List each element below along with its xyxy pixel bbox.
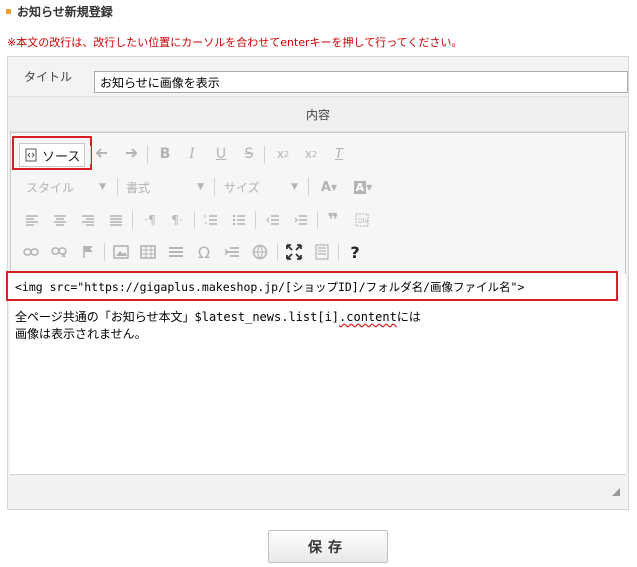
- body-text-line-2: 画像は表示されません。: [15, 327, 147, 341]
- outdent-icon[interactable]: [262, 208, 284, 232]
- page-break-icon[interactable]: [221, 240, 243, 264]
- toolbar-separator: [317, 211, 318, 229]
- text-color-icon[interactable]: A ▼: [314, 175, 344, 199]
- chevron-down-icon: ▼: [291, 182, 298, 192]
- image-icon[interactable]: [110, 240, 132, 264]
- undo-icon[interactable]: [93, 142, 113, 166]
- style-combo-label: スタイル: [26, 180, 75, 195]
- image-tag-code-line: <img src="https://gigaplus.makeshop.jp/[…: [15, 280, 525, 294]
- remove-format-icon[interactable]: T: [328, 142, 350, 166]
- help-icon[interactable]: ?: [344, 240, 366, 264]
- blockquote-icon[interactable]: ❞: [322, 208, 344, 232]
- spellcheck-underlined-text: .content: [339, 310, 397, 324]
- link-icon[interactable]: [20, 240, 42, 264]
- page-title: お知らせ新規登録: [17, 5, 113, 19]
- horizontal-rule-icon[interactable]: [165, 240, 187, 264]
- indent-icon[interactable]: [290, 208, 312, 232]
- title-label: タイトル: [23, 69, 72, 84]
- source-icon: [25, 148, 37, 162]
- bulleted-list-icon[interactable]: [228, 208, 250, 232]
- justify-icon[interactable]: [106, 208, 126, 232]
- size-combo[interactable]: サイズ ▼: [218, 175, 304, 199]
- redo-icon[interactable]: [120, 142, 140, 166]
- strikethrough-icon[interactable]: S: [239, 142, 259, 166]
- subscript-icon[interactable]: x2: [272, 142, 294, 166]
- format-combo-label: 書式: [126, 180, 151, 195]
- toolbar-separator: [117, 178, 118, 196]
- editor-content-area[interactable]: [10, 274, 626, 474]
- title-bullet-icon: [6, 9, 11, 14]
- underline-icon[interactable]: U: [211, 142, 231, 166]
- toolbar-separator: [90, 146, 91, 164]
- toolbar-separator: [308, 178, 309, 196]
- toolbar-separator: [214, 178, 215, 196]
- source-label: ソース: [42, 149, 81, 165]
- content-label: 内容: [8, 96, 628, 132]
- toolbar-separator: [132, 211, 133, 229]
- toolbar-separator: [194, 211, 195, 229]
- notice-text: ※本文の改行は、改行したい位置にカーソルを合わせてenterキーを押して行ってく…: [7, 36, 463, 49]
- numbered-list-icon[interactable]: [200, 208, 222, 232]
- background-color-icon[interactable]: A ▼: [348, 175, 378, 199]
- maximize-icon[interactable]: [283, 240, 305, 264]
- toolbar-separator: [255, 211, 256, 229]
- align-left-icon[interactable]: [22, 208, 42, 232]
- body-text-suffix: には: [396, 310, 421, 324]
- save-button[interactable]: 保存: [268, 530, 388, 563]
- table-icon[interactable]: [137, 240, 159, 264]
- toolbar-separator: [147, 146, 148, 164]
- iframe-icon[interactable]: [249, 240, 271, 264]
- bold-icon[interactable]: B: [155, 142, 175, 166]
- editor-status-bar: [10, 474, 626, 504]
- unlink-icon[interactable]: [48, 240, 70, 264]
- body-text-line-1: 全ページ共通の「お知らせ本文」$latest_news.list[i].cont…: [15, 308, 421, 325]
- special-char-icon[interactable]: Ω: [193, 240, 215, 264]
- chevron-down-icon: ▼: [197, 182, 204, 192]
- create-div-icon[interactable]: DIV: [351, 208, 373, 232]
- toolbar-separator: [264, 146, 265, 164]
- source-button[interactable]: ソース: [19, 143, 85, 167]
- style-combo[interactable]: スタイル ▼: [20, 175, 112, 199]
- format-combo[interactable]: 書式 ▼: [120, 175, 210, 199]
- anchor-icon[interactable]: [77, 240, 99, 264]
- size-combo-label: サイズ: [224, 180, 260, 195]
- title-input[interactable]: [94, 71, 628, 93]
- toolbar-separator: [277, 243, 278, 261]
- align-right-icon[interactable]: [78, 208, 98, 232]
- italic-icon[interactable]: I: [182, 142, 202, 166]
- align-center-icon[interactable]: [50, 208, 70, 232]
- ltr-icon[interactable]: ·¶: [139, 208, 161, 232]
- svg-text:DIV: DIV: [358, 218, 369, 225]
- superscript-icon[interactable]: x2: [300, 142, 322, 166]
- rtl-icon[interactable]: ¶·: [166, 208, 188, 232]
- show-blocks-icon[interactable]: [311, 240, 333, 264]
- body-text-prefix: 全ページ共通の「お知らせ本文」$latest_news.list[i]: [15, 310, 340, 324]
- chevron-down-icon: ▼: [99, 182, 106, 192]
- toolbar-separator: [338, 243, 339, 261]
- toolbar-separator: [104, 243, 105, 261]
- resize-grip-icon[interactable]: [612, 488, 620, 496]
